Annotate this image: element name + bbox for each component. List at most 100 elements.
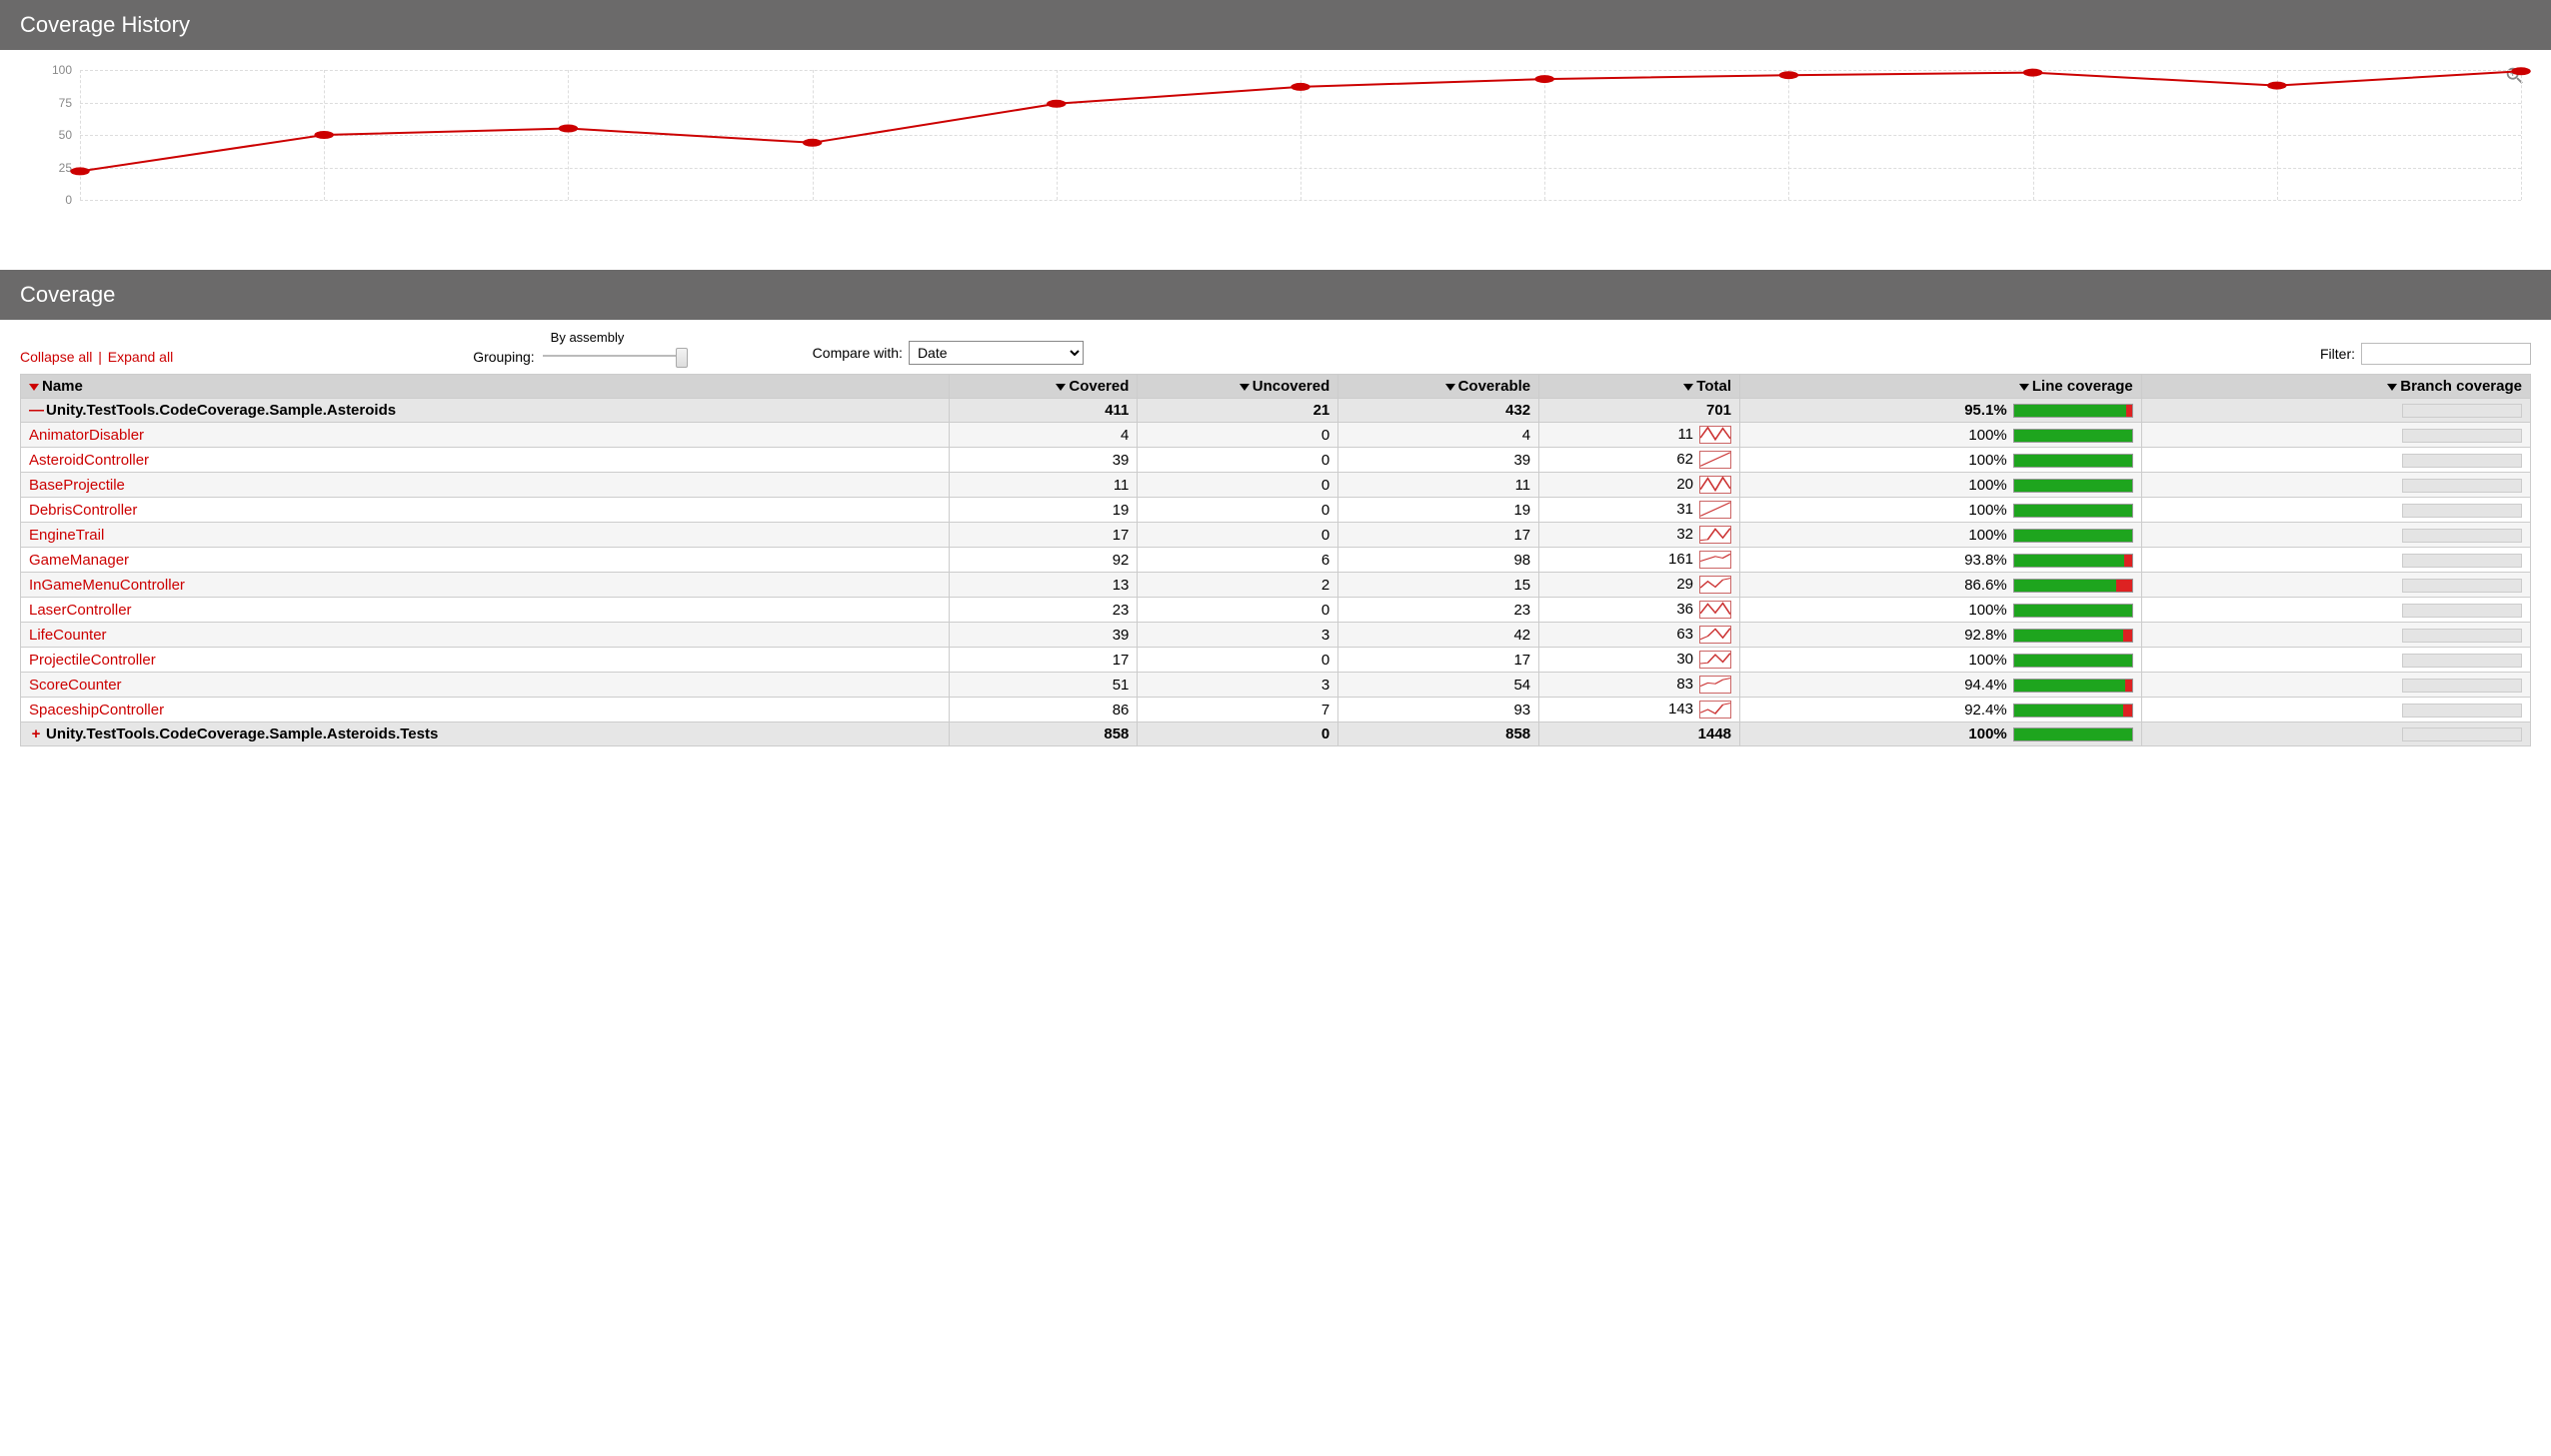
cell-covered: 11: [950, 473, 1138, 498]
branch-bar: [2402, 579, 2522, 593]
cell-uncovered: 2: [1138, 573, 1338, 598]
expander-icon[interactable]: —: [29, 402, 43, 419]
collapse-expand-links: Collapse all | Expand all: [20, 349, 173, 365]
col-line-coverage[interactable]: Line coverage: [1740, 375, 2142, 399]
sparkline: [1699, 626, 1731, 644]
col-uncovered[interactable]: Uncovered: [1138, 375, 1338, 399]
branch-bar: [2402, 529, 2522, 543]
grouping-slider[interactable]: [543, 347, 683, 365]
sparkline: [1699, 676, 1731, 694]
cell-covered: 13: [950, 573, 1138, 598]
class-link[interactable]: DebrisController: [29, 502, 137, 519]
class-row: LifeCounter393426392.8%: [21, 623, 2531, 648]
cell-total: 20: [1539, 473, 1740, 498]
cell-branch-coverage: [2141, 423, 2530, 448]
cell-total: 701: [1539, 399, 1740, 423]
class-link[interactable]: EngineTrail: [29, 527, 104, 544]
cell-branch-coverage: [2141, 523, 2530, 548]
history-chart-container: 0255075100: [0, 50, 2551, 270]
cell-total: 11: [1539, 423, 1740, 448]
branch-bar: [2402, 554, 2522, 568]
collapse-all-link[interactable]: Collapse all: [20, 349, 92, 365]
cell-branch-coverage: [2141, 573, 2530, 598]
cell-line-coverage: 95.1%: [1740, 399, 2142, 423]
col-total[interactable]: Total: [1539, 375, 1740, 399]
grouping-label: Grouping:: [473, 349, 534, 365]
grouping-value-label: By assembly: [551, 330, 625, 345]
cell-branch-coverage: [2141, 399, 2530, 423]
cell-coverable: 11: [1338, 473, 1539, 498]
coverage-bar: [2013, 454, 2133, 468]
col-branch-coverage[interactable]: Branch coverage: [2141, 375, 2530, 399]
col-coverable[interactable]: Coverable: [1338, 375, 1539, 399]
coverage-bar: [2013, 529, 2133, 543]
cell-uncovered: 6: [1138, 548, 1338, 573]
branch-bar: [2402, 679, 2522, 693]
cell-line-coverage: 100%: [1740, 448, 2142, 473]
cell-line-coverage: 92.8%: [1740, 623, 2142, 648]
cell-uncovered: 0: [1138, 598, 1338, 623]
class-link[interactable]: AsteroidController: [29, 452, 149, 469]
cell-covered: 17: [950, 648, 1138, 673]
expand-all-link[interactable]: Expand all: [108, 349, 173, 365]
assembly-name: Unity.TestTools.CodeCoverage.Sample.Aste…: [46, 726, 438, 742]
cell-uncovered: 21: [1138, 399, 1338, 423]
class-link[interactable]: LifeCounter: [29, 627, 107, 644]
class-link[interactable]: SpaceshipController: [29, 702, 164, 719]
cell-line-coverage: 100%: [1740, 648, 2142, 673]
header-row: Name Covered Uncovered Coverable Total L…: [21, 375, 2531, 399]
cell-coverable: 15: [1338, 573, 1539, 598]
class-row: ProjectileController1701730100%: [21, 648, 2531, 673]
expander-icon[interactable]: +: [29, 726, 43, 742]
class-link[interactable]: LaserController: [29, 602, 132, 619]
filter-label: Filter:: [2320, 346, 2355, 362]
cell-branch-coverage: [2141, 723, 2530, 746]
cell-branch-coverage: [2141, 623, 2530, 648]
compare-select[interactable]: Date: [909, 341, 1084, 365]
filter-input[interactable]: [2361, 343, 2531, 365]
sparkline: [1699, 576, 1731, 594]
branch-bar: [2402, 728, 2522, 741]
cell-covered: 19: [950, 498, 1138, 523]
coverage-bar: [2013, 554, 2133, 568]
controls-row: Collapse all | Expand all Grouping: By a…: [0, 320, 2551, 370]
coverage-bar: [2013, 579, 2133, 593]
sparkline: [1699, 651, 1731, 669]
coverage-history-header: Coverage History: [0, 0, 2551, 50]
sparkline: [1699, 476, 1731, 494]
cell-line-coverage: 100%: [1740, 473, 2142, 498]
cell-uncovered: 7: [1138, 698, 1338, 723]
class-link[interactable]: GameManager: [29, 552, 129, 569]
cell-total: 1448: [1539, 723, 1740, 746]
class-link[interactable]: AnimatorDisabler: [29, 427, 144, 444]
cell-covered: 51: [950, 673, 1138, 698]
sparkline: [1699, 701, 1731, 719]
class-row: AsteroidController3903962100%: [21, 448, 2531, 473]
class-row: InGameMenuController132152986.6%: [21, 573, 2531, 598]
branch-bar: [2402, 629, 2522, 643]
cell-branch-coverage: [2141, 473, 2530, 498]
col-name[interactable]: Name: [21, 375, 950, 399]
cell-coverable: 17: [1338, 648, 1539, 673]
sparkline: [1699, 451, 1731, 469]
branch-bar: [2402, 429, 2522, 443]
cell-coverable: 432: [1338, 399, 1539, 423]
class-link[interactable]: BaseProjectile: [29, 477, 125, 494]
class-row: GameManager9269816193.8%: [21, 548, 2531, 573]
class-link[interactable]: InGameMenuController: [29, 577, 185, 594]
cell-uncovered: 0: [1138, 498, 1338, 523]
class-link[interactable]: ScoreCounter: [29, 677, 122, 694]
cell-total: 143: [1539, 698, 1740, 723]
cell-line-coverage: 100%: [1740, 523, 2142, 548]
class-row: ScoreCounter513548394.4%: [21, 673, 2531, 698]
coverage-bar: [2013, 629, 2133, 643]
assembly-name: Unity.TestTools.CodeCoverage.Sample.Aste…: [46, 402, 396, 419]
y-tick-label: 25: [59, 161, 72, 175]
class-link[interactable]: ProjectileController: [29, 652, 156, 669]
history-chart: 0255075100: [80, 70, 2521, 240]
cell-total: 32: [1539, 523, 1740, 548]
cell-coverable: 23: [1338, 598, 1539, 623]
cell-covered: 86: [950, 698, 1138, 723]
col-covered[interactable]: Covered: [950, 375, 1138, 399]
cell-line-coverage: 100%: [1740, 598, 2142, 623]
